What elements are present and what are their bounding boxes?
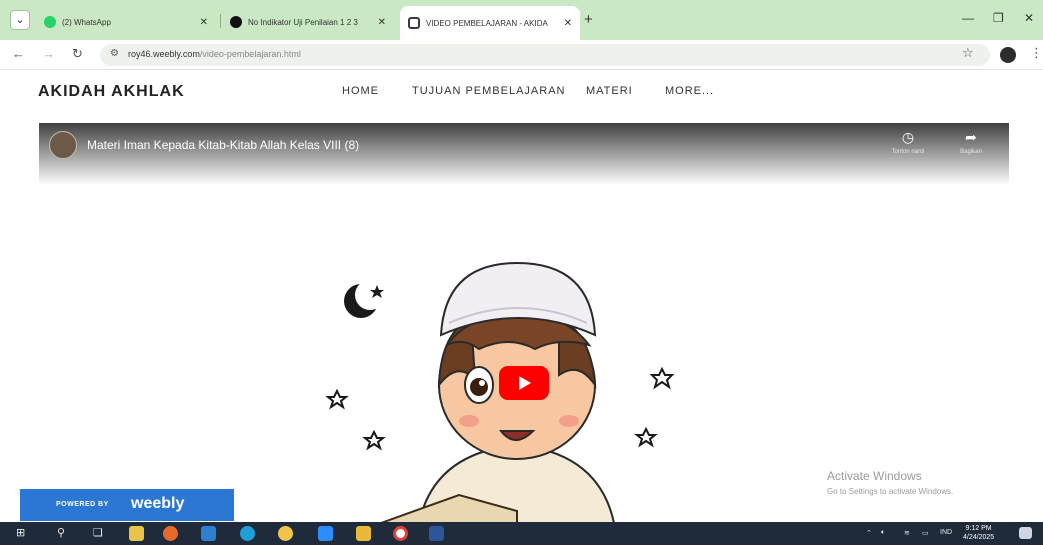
firefox-icon[interactable] <box>163 526 178 541</box>
tab-title: No Indikator Uji Penilaian 1 2 3 <box>248 17 358 27</box>
forward-icon[interactable]: → <box>42 46 55 61</box>
bookmark-star-icon[interactable]: ☆ <box>962 45 974 61</box>
circle-favicon-icon <box>230 16 242 28</box>
new-tab-button[interactable]: + <box>584 12 593 28</box>
zoom-icon[interactable] <box>318 526 333 541</box>
site-header: AKIDAH AKHLAK HOME TUJUAN PEMBELAJARAN M… <box>0 71 1043 115</box>
video-embed[interactable]: Materi Iman Kepada Kitab-Kitab Allah Kel… <box>39 123 1009 523</box>
close-icon[interactable]: ✕ <box>200 17 208 28</box>
clock-icon: ◷ <box>901 129 915 145</box>
restore-icon[interactable]: ❐ <box>993 11 1004 25</box>
share-button[interactable]: ➦ Bagikan <box>945 129 997 155</box>
windows-start-icon[interactable]: ⊞ <box>16 526 25 539</box>
watch-later-label: Tonton nanti <box>891 149 925 155</box>
site-info-icon[interactable]: ⚙ <box>110 48 119 59</box>
watermark-line-1: Activate Windows <box>827 469 922 483</box>
minimize-icon[interactable]: — <box>962 11 974 25</box>
window-close-icon[interactable]: ✕ <box>1024 11 1034 25</box>
browser-window: ⌄ (2) WhatsApp ✕ No Indikator Uji Penila… <box>0 0 1043 545</box>
address-bar[interactable]: ⚙ roy46.weebly.com/video-pembelajaran.ht… <box>100 44 990 66</box>
powered-by-weebly-badge[interactable]: POWERED BY weebly <box>20 489 234 521</box>
tab-whatsapp[interactable]: (2) WhatsApp ✕ <box>36 8 216 36</box>
url-path: /video-pembelajaran.html <box>199 49 301 59</box>
video-title-overlay <box>39 123 1009 185</box>
windows-taskbar: ⊞ ⚲ ❏ ⌃ 🔈︎ ≋ ▭ IND 9:12 PM 4/24/2025 <box>0 522 1043 545</box>
tab-strip: ⌄ (2) WhatsApp ✕ No Indikator Uji Penila… <box>0 0 1043 40</box>
close-icon[interactable]: ✕ <box>378 17 386 28</box>
reload-icon[interactable]: ↻ <box>72 46 83 62</box>
badge-prefix: POWERED BY <box>56 501 109 508</box>
battery-icon[interactable]: ▭ <box>922 529 929 537</box>
store-icon[interactable] <box>201 526 216 541</box>
more-icon[interactable]: ⋮ <box>1030 45 1043 61</box>
taskbar-clock[interactable]: 9:12 PM 4/24/2025 <box>963 524 994 542</box>
url-host: roy46.weebly.com <box>128 49 200 59</box>
nav-materi[interactable]: MATERI <box>586 85 633 97</box>
whatsapp-icon <box>44 16 56 28</box>
tab-video-pembelajaran[interactable]: VIDEO PEMBELAJARAN - AKIDA ✕ <box>400 6 580 40</box>
tab-search-icon[interactable]: ⌄ <box>10 10 30 30</box>
close-icon[interactable]: ✕ <box>564 18 572 29</box>
word-icon[interactable] <box>429 526 444 541</box>
activation-watermark: Activate Windows Go to Settings to activ… <box>827 469 953 496</box>
nav-more[interactable]: MORE... <box>665 85 714 97</box>
tab-title: (2) WhatsApp <box>62 17 111 27</box>
nav-tujuan-pembelajaran[interactable]: TUJUAN PEMBELAJARAN <box>412 85 565 97</box>
watch-later-button[interactable]: ◷ Tonton nanti <box>882 129 934 155</box>
back-icon[interactable]: ← <box>12 46 25 61</box>
share-label: Bagikan <box>960 149 982 155</box>
notification-icon[interactable] <box>1019 527 1032 539</box>
tab-indikator[interactable]: No Indikator Uji Penilaian 1 2 3 ✕ <box>222 8 394 36</box>
task-view-icon[interactable]: ❏ <box>93 526 103 539</box>
play-button[interactable] <box>499 366 549 400</box>
network-icon[interactable]: ≋ <box>904 529 910 537</box>
clock-date: 4/24/2025 <box>963 534 995 541</box>
search-icon[interactable]: ⚲ <box>57 526 65 539</box>
folder-icon[interactable] <box>356 526 371 541</box>
app-icon[interactable] <box>278 526 293 541</box>
channel-avatar[interactable] <box>49 131 77 159</box>
tab-title: VIDEO PEMBELAJARAN - AKIDA <box>426 18 548 28</box>
toolbar: ← → ↻ ⚙ roy46.weebly.com/video-pembelaja… <box>0 40 1043 70</box>
play-icon <box>519 376 531 390</box>
profile-icon[interactable] <box>1000 47 1016 63</box>
nav-home[interactable]: HOME <box>342 85 379 97</box>
badge-brand: weebly <box>131 495 185 512</box>
clock-time: 9:12 PM <box>965 525 992 532</box>
tray-chevron-icon[interactable]: ⌃ <box>866 529 872 537</box>
share-icon: ➦ <box>965 129 977 145</box>
url-text[interactable]: roy46.weebly.com/video-pembelajaran.html <box>128 49 301 59</box>
site-title[interactable]: AKIDAH AKHLAK <box>38 83 185 101</box>
volume-icon[interactable]: 🔈︎ <box>881 529 885 537</box>
weebly-favicon-icon <box>408 17 420 29</box>
watermark-line-2: Go to Settings to activate Windows. <box>827 487 954 496</box>
language-indicator[interactable]: IND <box>940 529 952 536</box>
chrome-icon[interactable] <box>393 526 408 541</box>
tab-divider <box>220 14 221 28</box>
file-explorer-icon[interactable] <box>129 526 144 541</box>
edge-icon[interactable] <box>240 526 255 541</box>
video-title[interactable]: Materi Iman Kepada Kitab-Kitab Allah Kel… <box>87 138 359 152</box>
